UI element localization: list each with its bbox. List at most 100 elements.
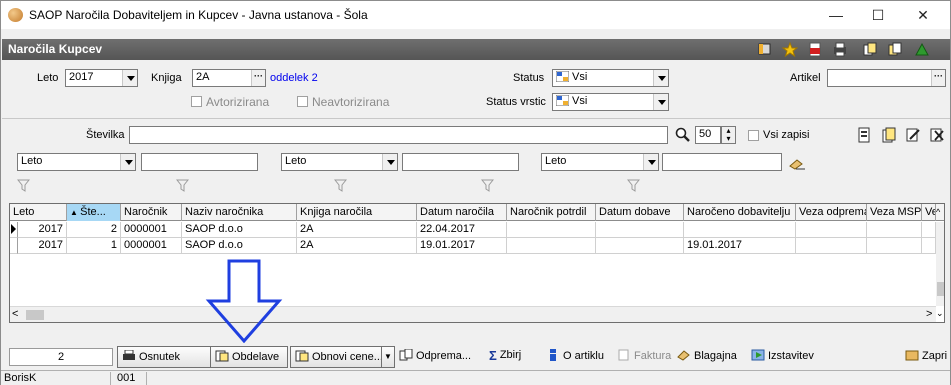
column-filter-2-select[interactable]: Leto [281,153,398,171]
obdelave-button[interactable]: Obdelave [210,346,288,368]
faktura-button[interactable]: Faktura [617,349,671,365]
column-header-stevilka[interactable]: ▲ Šte... [67,204,121,221]
record-limit-spinner[interactable]: ▴ ▾ [721,126,736,144]
invoice-icon [618,349,629,361]
vertical-scroll-thumb[interactable] [937,282,944,296]
knjiga-description-link[interactable]: oddelek 2 [270,72,318,84]
status-bar: BorisK 001 [1,370,950,385]
column-header-veza[interactable]: Ve: [922,204,936,221]
scroll-down-icon[interactable]: ⌄ [936,308,944,319]
vsi-zapisi-checkbox[interactable] [748,130,759,141]
pdf-export-icon[interactable] [807,42,823,57]
column-header-leto[interactable]: Leto [10,204,67,221]
clear-filter-eraser-icon[interactable] [788,158,806,170]
status-code: 001 [114,372,147,385]
printer-icon [123,350,135,360]
osnutek-button[interactable]: Osnutek [117,346,211,368]
maximize-button[interactable]: ☐ [859,1,897,29]
orders-grid[interactable]: Leto ▲ Šte... Naročnik Naziv naročnika K… [9,203,945,323]
close-button[interactable]: ✕ [904,1,942,29]
module-title: Naročila Kupcev [8,42,103,56]
paste-record-icon[interactable] [887,42,903,57]
delete-document-icon[interactable] [929,127,945,143]
column-filter-2-input[interactable] [402,153,519,171]
chevron-down-icon[interactable] [653,94,668,110]
print-icon[interactable] [832,42,848,57]
stevilka-search-input[interactable] [129,126,668,144]
blagajna-button[interactable]: Blagajna [677,349,737,365]
obnovi-cene-label: Obnovi cene... [312,351,383,363]
avtorizirana-checkbox[interactable] [191,96,202,107]
filter-funnel-icon[interactable] [176,179,189,192]
column-header-naroceno-dobavitelju[interactable]: Naročeno dobavitelju [684,204,796,221]
zbirj-button[interactable]: Σ Zbirj [489,349,521,365]
vsi-zapisi-label: Vsi zapisi [763,129,810,141]
izstavitev-button[interactable]: Izstavitev [751,349,814,365]
filter-funnel-icon[interactable] [17,179,30,192]
filter-funnel-icon[interactable] [334,179,347,192]
vertical-scrollbar[interactable] [936,222,944,306]
process-icon [215,350,229,362]
neavtorizirana-checkbox[interactable] [297,96,308,107]
scroll-right-icon[interactable]: > [926,308,932,320]
status-select-value: Vsi [572,71,588,83]
status-select[interactable]: Vsi [552,69,669,87]
column-header-datum-dobave[interactable]: Datum dobave [596,204,684,221]
zapri-button[interactable]: Zapri [905,349,947,365]
horizontal-scroll-thumb[interactable] [26,310,44,320]
column-filter-1-value: Leto [21,155,43,167]
horizontal-scrollbar[interactable]: < > [10,306,936,322]
column-filter-3-select[interactable]: Leto [541,153,659,171]
column-filter-1-input[interactable] [141,153,258,171]
grid-cell: 19.01.2017 [417,238,507,254]
zbirj-label: Zbirj [499,349,522,361]
chevron-down-icon[interactable] [382,154,397,170]
artikel-input[interactable]: ··· [827,69,946,87]
scroll-up-icon[interactable]: ^ [936,207,940,217]
ellipsis-lookup-icon[interactable]: ··· [251,70,265,86]
chevron-down-icon[interactable] [122,70,137,86]
chevron-down-icon[interactable] [643,154,658,170]
window-title: SAOP Naročila Dobaviteljem in Kupcev - J… [29,8,368,22]
column-filter-1-select[interactable]: Leto [17,153,136,171]
copy-document-icon[interactable] [881,127,897,143]
obdelave-label: Obdelave [232,351,280,363]
copy-record-icon[interactable] [862,42,878,57]
obnovi-cene-button[interactable]: Obnovi cene... [290,346,383,368]
filter-funnel-icon[interactable] [481,179,494,192]
o-artiklu-button[interactable]: O artiklu [546,349,604,365]
grid-cell: 2A [297,222,417,238]
chevron-down-icon[interactable] [653,70,668,86]
grid-filter-icon [556,71,569,82]
grid-cell [922,222,936,238]
app-logo-icon [8,8,23,22]
record-limit-input[interactable]: 50 [695,126,721,144]
column-header-veza-odprema[interactable]: Veza odprema [796,204,867,221]
column-header-datum-narocila[interactable]: Datum naročila [417,204,507,221]
exit-module-icon[interactable] [914,42,930,57]
layout-icon[interactable] [757,42,773,57]
column-header-narocnik[interactable]: Naročnik [121,204,182,221]
filter-funnel-icon[interactable] [627,179,640,192]
grid-cell: 2 [67,222,121,238]
chevron-down-icon[interactable] [120,154,135,170]
column-filter-3-input[interactable] [662,153,782,171]
leto-select[interactable]: 2017 [65,69,138,87]
faktura-label: Faktura [634,350,672,362]
column-header-knjiga-narocila[interactable]: Knjiga naročila [297,204,417,221]
scroll-left-icon[interactable]: < [12,308,18,320]
ellipsis-lookup-icon[interactable]: ··· [931,70,945,86]
column-header-veza-msp[interactable]: Veza MSP [867,204,922,221]
favorite-star-icon[interactable] [782,42,798,57]
minimize-button[interactable]: — [817,1,855,29]
edit-document-icon[interactable] [905,127,921,143]
grid-cell [796,238,867,254]
column-header-naziv-narocnika[interactable]: Naziv naročnika [182,204,297,221]
column-header-narocnik-potrdil[interactable]: Naročnik potrdil [507,204,596,221]
knjiga-input[interactable]: 2A ··· [192,69,266,87]
obnovi-cene-dropdown[interactable]: ▼ [381,346,395,368]
search-icon[interactable] [675,127,691,143]
odprema-button[interactable]: Odprema... [399,349,471,365]
status-vrstic-select[interactable]: Vsi [552,93,669,111]
new-document-icon[interactable] [856,127,872,143]
